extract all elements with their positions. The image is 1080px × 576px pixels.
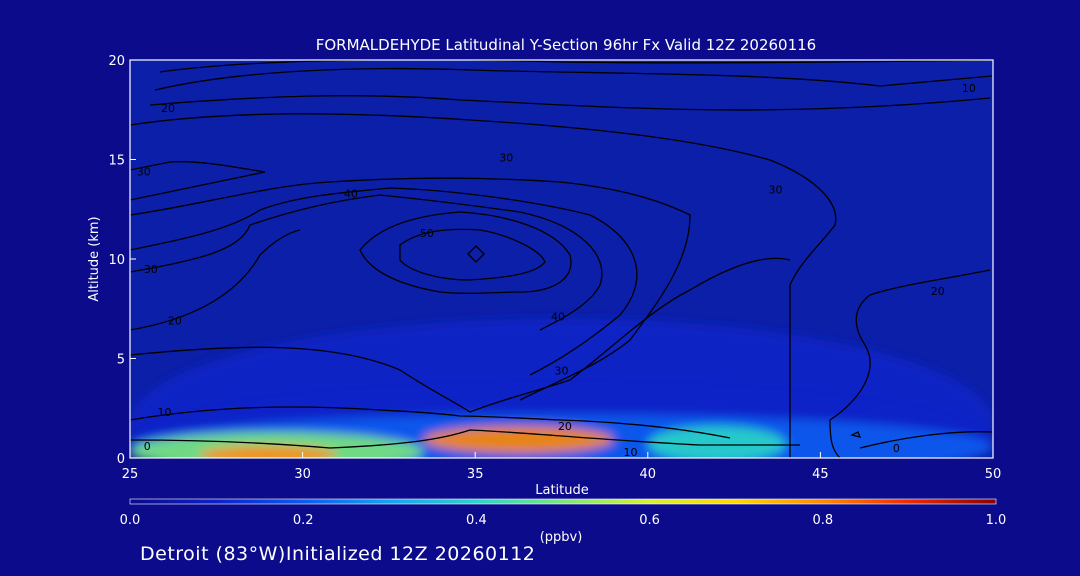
colorbar-ticks: 0.0 0.2 0.4 0.6 0.8 1.0 — [120, 513, 1007, 528]
contour-label: 20 — [168, 315, 182, 328]
contour-label: 30 — [137, 165, 151, 178]
chart-canvas: FORMALDEHYDE Latitudinal Y-Section 96hr … — [87, 36, 1007, 545]
x-tick-label: 35 — [467, 467, 484, 482]
y-tick-label: 10 — [108, 253, 125, 268]
x-axis-label: Latitude — [535, 483, 589, 498]
field-region — [423, 426, 614, 454]
contour-label: 20 — [161, 102, 175, 115]
contour-label: 30 — [769, 183, 783, 196]
y-tick-label: 0 — [117, 452, 125, 467]
colorbar-label: (ppbv) — [540, 530, 583, 545]
colorbar-tick-label: 0.6 — [639, 513, 660, 528]
colorbar-tick-label: 1.0 — [986, 513, 1007, 528]
contour-label: 50 — [420, 227, 434, 240]
field-region — [647, 426, 786, 458]
x-tick-label: 50 — [985, 467, 1002, 482]
contour-label: 10 — [624, 446, 638, 459]
colorbar — [129, 498, 997, 505]
contour-label: 30 — [555, 364, 569, 377]
colorbar-tick-label: 0.2 — [293, 513, 314, 528]
contour-label: 40 — [551, 311, 565, 324]
y-tick-label: 15 — [108, 154, 125, 169]
x-tick-label: 40 — [640, 467, 657, 482]
contour-label: 20 — [558, 420, 572, 433]
y-tick-label: 20 — [108, 54, 125, 69]
y-axis-label: Altitude (km) — [87, 216, 102, 301]
field-region — [199, 446, 338, 458]
contour-label: 40 — [344, 187, 358, 200]
x-tick-label: 25 — [122, 467, 139, 482]
colorbar-tick-label: 0.0 — [120, 513, 141, 528]
colorbar-tick-label: 0.8 — [812, 513, 833, 528]
y-tick-label: 5 — [117, 353, 125, 368]
x-tick-label: 45 — [812, 467, 829, 482]
contour-label: 20 — [931, 285, 945, 298]
colorbar-tick-label: 0.4 — [466, 513, 487, 528]
contour-label: 30 — [499, 152, 513, 165]
contour-label: 10 — [158, 406, 172, 419]
x-tick-label: 30 — [294, 467, 311, 482]
contour-label: 0 — [144, 440, 151, 453]
contour-label: 10 — [962, 82, 976, 95]
contour-label: 0 — [893, 442, 900, 455]
chart-title: FORMALDEHYDE Latitudinal Y-Section 96hr … — [316, 36, 816, 54]
contour-label: 30 — [144, 263, 158, 276]
footer-caption: Detroit (83°W)Initialized 12Z 20260112 — [140, 543, 536, 565]
